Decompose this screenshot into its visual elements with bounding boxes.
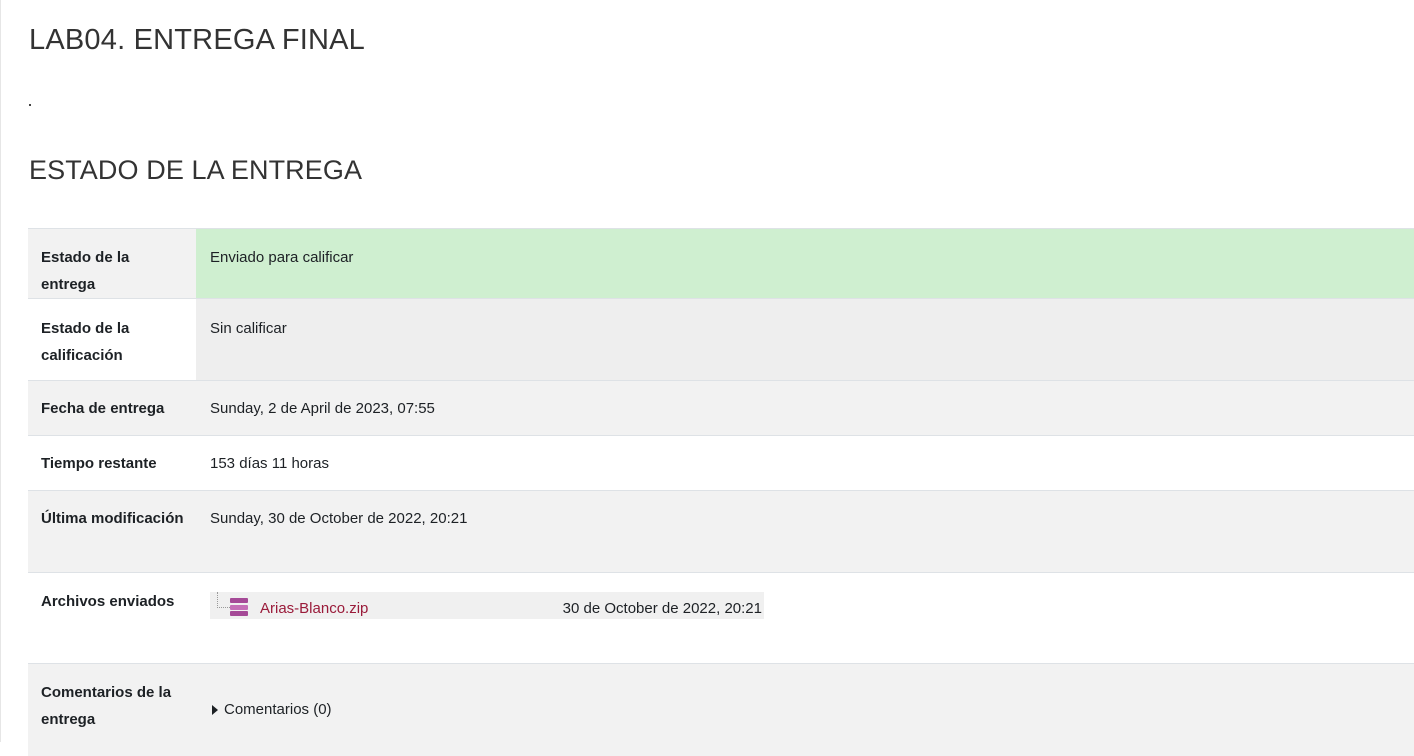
table-row: Tiempo restante 153 días 11 horas [28, 435, 1414, 491]
caret-right-icon [212, 704, 218, 715]
submitted-file-link[interactable]: Arias-Blanco.zip [260, 595, 368, 622]
comments-toggle[interactable]: Comentarios (0) [210, 696, 332, 723]
comments-label: Comentarios (0) [224, 701, 332, 718]
intro-text [29, 104, 31, 106]
table-row: Fecha de entrega Sunday, 2 de April de 2… [28, 380, 1414, 436]
time-remaining-value: 153 días 11 horas [196, 435, 1414, 491]
row-label: Estado de la calificación [28, 298, 196, 381]
row-label: Estado de la entrega [28, 228, 196, 299]
row-label: Archivos enviados [28, 572, 196, 664]
table-row: Estado de la calificación Sin calificar [28, 298, 1414, 381]
file-tree: Arias-Blanco.zip 30 de October de 2022, … [210, 592, 764, 619]
grading-status-value: Sin calificar [196, 298, 1414, 381]
submission-status-table: Estado de la entrega Enviado para califi… [28, 228, 1414, 756]
row-label: Última modificación [28, 490, 196, 573]
table-row: Última modificación Sunday, 30 de Octobe… [28, 490, 1414, 573]
row-label: Fecha de entrega [28, 380, 196, 436]
file-date: 30 de October de 2022, 20:21 [562, 600, 762, 617]
page-title: LAB04. ENTREGA FINAL [29, 24, 366, 56]
tree-connector [217, 592, 230, 608]
assignment-page: LAB04. ENTREGA FINAL ESTADO DE LA ENTREG… [0, 0, 1414, 756]
table-row: Estado de la entrega Enviado para califi… [28, 228, 1414, 299]
submitted-files-cell: Arias-Blanco.zip 30 de October de 2022, … [196, 572, 1414, 664]
section-title: ESTADO DE LA ENTREGA [29, 155, 363, 185]
due-date-value: Sunday, 2 de April de 2023, 07:55 [196, 380, 1414, 436]
submission-status-value: Enviado para calificar [196, 228, 1414, 299]
row-label: Tiempo restante [28, 435, 196, 491]
table-row: Archivos enviados Arias-Blanco.zip 30 de… [28, 572, 1414, 664]
last-modified-value: Sunday, 30 de October de 2022, 20:21 [196, 490, 1414, 573]
zip-archive-icon [230, 598, 248, 616]
